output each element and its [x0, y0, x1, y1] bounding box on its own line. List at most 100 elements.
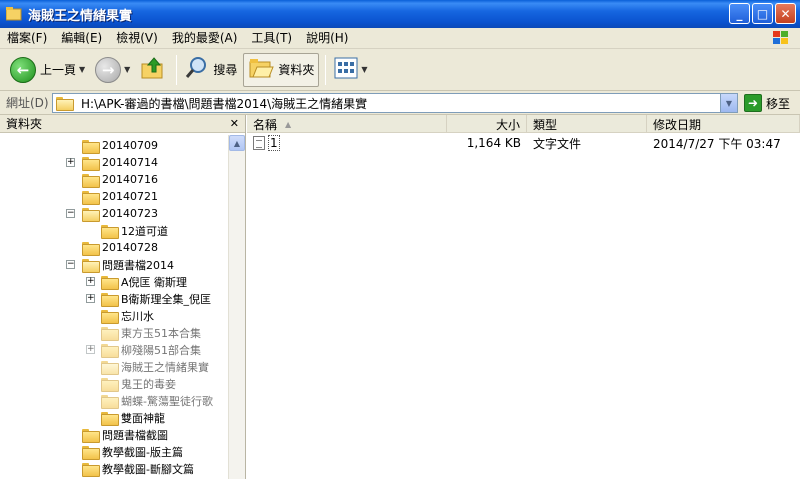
scroll-up-icon[interactable]: ▲: [229, 135, 245, 151]
column-header-date[interactable]: 修改日期: [647, 115, 800, 133]
tree-item-label: 問題書檔截圖: [102, 428, 168, 442]
file-list: 名稱 ▲ 大小 類型 修改日期 1 1,164 KB 文字文件 2014/7/2…: [247, 115, 800, 479]
tree-item[interactable]: + B衛斯理全集_倪匡: [86, 290, 211, 307]
minimize-button[interactable]: _: [729, 3, 750, 24]
tree-item[interactable]: 忘川水: [101, 307, 154, 324]
column-header-type[interactable]: 類型: [527, 115, 647, 133]
folder-icon: [101, 360, 119, 375]
tree-item-label: B衛斯理全集_倪匡: [121, 292, 212, 306]
tree-item[interactable]: − 問題書檔2014: [66, 256, 174, 273]
chevron-down-icon[interactable]: ▼: [361, 65, 367, 74]
maximize-button[interactable]: □: [752, 3, 773, 24]
folder-icon: [101, 411, 119, 426]
text-file-icon: [253, 136, 265, 150]
chevron-down-icon[interactable]: ▼: [720, 94, 737, 112]
folder-icon: [82, 428, 100, 443]
folder-pane-title: 資料夾: [6, 117, 43, 131]
menu-favorites[interactable]: 我的最愛(A): [165, 28, 245, 48]
tree-item[interactable]: 20140709: [82, 137, 158, 154]
folder-icon: [101, 292, 119, 307]
sort-ascending-icon: ▲: [285, 119, 292, 129]
close-icon: ✕: [780, 6, 791, 21]
tree-item[interactable]: 東方玉51本合集: [101, 324, 201, 341]
folder-tree: 20140709 + 20140714 20140716 20140721 − …: [0, 135, 228, 479]
tree-item-label: 教學截圖-斷腳文篇: [102, 462, 194, 476]
chevron-down-icon[interactable]: ▼: [124, 65, 130, 74]
tree-item[interactable]: 教學截圖-斷腳文篇: [82, 460, 194, 477]
tree-item[interactable]: + A倪匡 衛斯理: [86, 273, 187, 290]
expand-icon[interactable]: +: [86, 277, 95, 286]
file-row[interactable]: 1 1,164 KB 文字文件 2014/7/27 下午 03:47: [247, 135, 800, 151]
collapse-icon[interactable]: −: [66, 260, 75, 269]
tree-item-label: 20140728: [102, 241, 158, 254]
back-button[interactable]: ← 上一頁 ▼: [6, 53, 89, 87]
menu-bar: 檔案(F) 編輯(E) 檢視(V) 我的最愛(A) 工具(T) 說明(H): [0, 28, 800, 49]
up-folder-button[interactable]: [136, 53, 170, 87]
close-icon[interactable]: ✕: [230, 117, 239, 130]
file-date: 2014/7/27 下午 03:47: [653, 136, 781, 151]
tree-item[interactable]: 20140721: [82, 188, 158, 205]
tree-item-label: 20140721: [102, 190, 158, 203]
forward-arrow-icon: →: [95, 56, 122, 83]
tree-item[interactable]: + 柳殘陽51部合集: [86, 341, 201, 358]
folders-button[interactable]: 資料夾: [243, 52, 320, 87]
tree-item[interactable]: 問題書檔截圖: [82, 426, 168, 443]
tree-item[interactable]: 鬼王的毒妾: [101, 375, 176, 392]
menu-edit[interactable]: 編輯(E): [54, 28, 109, 48]
window-title: 海賊王之情緒果實: [28, 8, 133, 24]
tree-item[interactable]: 教學截圖-版主篇: [82, 443, 183, 460]
tree-item[interactable]: 雙面神龍: [101, 409, 165, 426]
expand-icon[interactable]: +: [66, 158, 75, 167]
menu-view[interactable]: 檢視(V): [109, 28, 165, 48]
menu-help[interactable]: 說明(H): [299, 28, 355, 48]
column-header-date-label: 修改日期: [653, 117, 702, 132]
views-icon: [334, 57, 358, 82]
go-label: 移至: [766, 96, 791, 111]
chevron-down-icon[interactable]: ▼: [79, 65, 85, 74]
menu-file[interactable]: 檔案(F): [0, 28, 54, 48]
folder-icon: [101, 326, 119, 341]
column-header-size[interactable]: 大小: [447, 115, 527, 133]
address-bar: 網址(D) H:\APK-審過的書檔\問題書檔2014\海賊王之情緒果實 ▼ ➜…: [0, 91, 800, 115]
tree-item[interactable]: 20140716: [82, 171, 158, 188]
column-header-name[interactable]: 名稱 ▲: [247, 115, 447, 133]
go-arrow-icon: ➜: [744, 94, 762, 112]
folder-icon: [82, 190, 100, 205]
toolbar: ← 上一頁 ▼ → ▼ 搜尋 資料夾 ▼: [0, 49, 800, 91]
folder-icon: [82, 241, 100, 256]
tree-item-label: 20140723: [102, 207, 158, 220]
folder-icon: [101, 343, 119, 358]
column-header-name-label: 名稱: [253, 117, 278, 132]
address-input[interactable]: H:\APK-審過的書檔\問題書檔2014\海賊王之情緒果實 ▼: [52, 93, 738, 113]
back-label: 上一頁: [40, 63, 77, 77]
address-path[interactable]: H:\APK-審過的書檔\問題書檔2014\海賊王之情緒果實: [81, 95, 367, 112]
tree-item[interactable]: 20140728: [82, 239, 158, 256]
expand-icon[interactable]: +: [86, 345, 95, 354]
search-button[interactable]: 搜尋: [181, 53, 241, 87]
tree-item-label: 20140709: [102, 139, 158, 152]
tree-item-label: 柳殘陽51部合集: [121, 343, 201, 357]
tree-item-label: 問題書檔2014: [102, 258, 174, 272]
views-button[interactable]: ▼: [330, 53, 371, 87]
menu-tools[interactable]: 工具(T): [244, 28, 299, 48]
folder-tree-scrollbar[interactable]: ▲: [228, 135, 245, 479]
forward-button[interactable]: → ▼: [91, 53, 134, 87]
tree-item-label: 忘川水: [121, 309, 154, 323]
address-label: 網址(D): [6, 96, 49, 110]
file-name-cell[interactable]: 1: [247, 135, 447, 151]
column-header-size-label: 大小: [495, 117, 520, 132]
folders-label: 資料夾: [278, 63, 315, 77]
expand-icon[interactable]: +: [86, 294, 95, 303]
tree-item[interactable]: + 20140714: [66, 154, 158, 171]
up-folder-icon: [140, 55, 166, 84]
tree-item[interactable]: 12道可道: [101, 222, 168, 239]
tree-item-selected[interactable]: 海賊王之情緒果實: [101, 358, 209, 375]
folder-icon: [101, 309, 119, 324]
close-button[interactable]: ✕: [775, 3, 796, 24]
collapse-icon[interactable]: −: [66, 209, 75, 218]
tree-item[interactable]: − 20140723: [66, 205, 158, 222]
folder-icon: [82, 462, 100, 477]
tree-item[interactable]: 蝴蝶-驚蕩聖徒行歌: [101, 392, 213, 409]
file-name[interactable]: 1: [268, 135, 280, 151]
go-button[interactable]: ➜ 移至: [744, 94, 790, 112]
